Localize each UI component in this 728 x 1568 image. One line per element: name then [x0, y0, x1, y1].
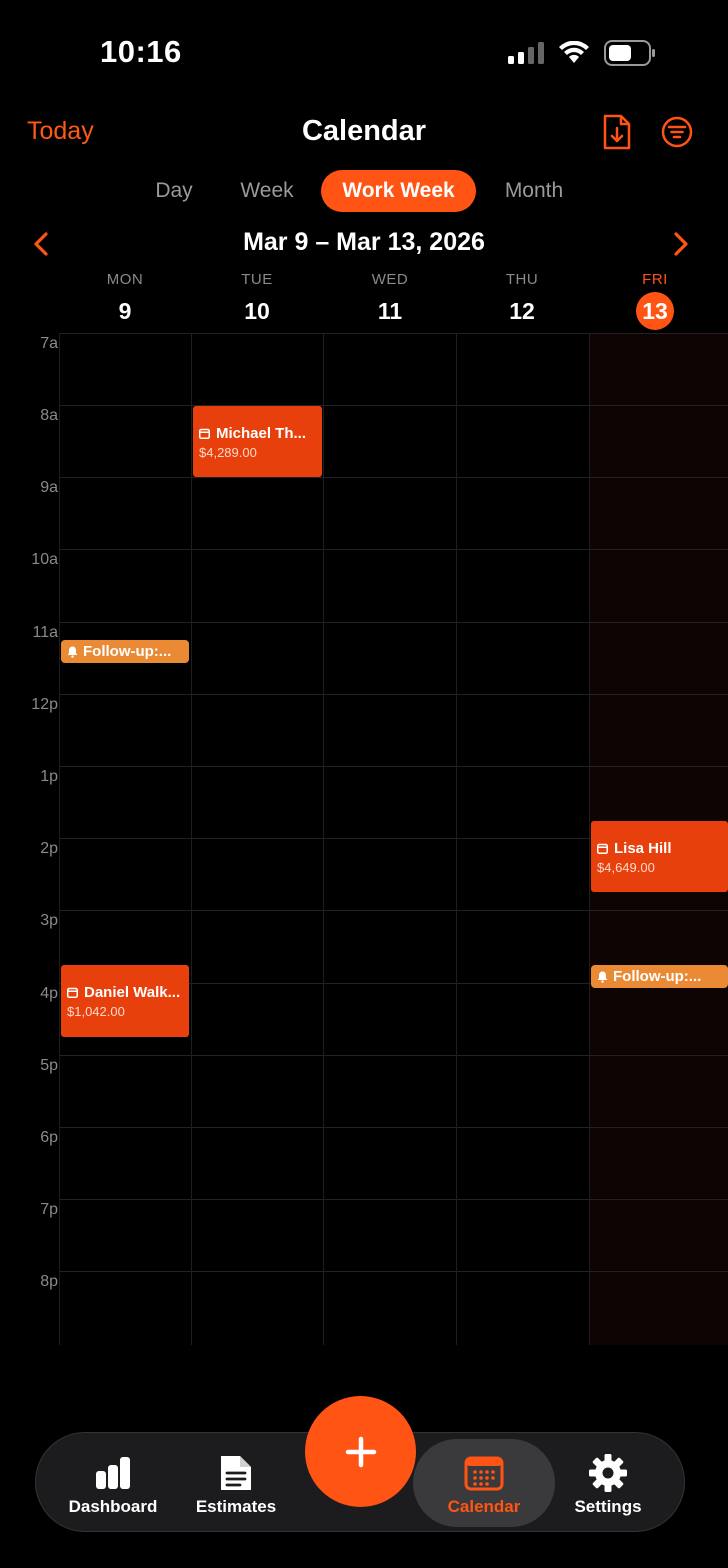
day-of-week: MON	[106, 271, 144, 288]
hour-label: 2p	[40, 840, 58, 857]
wifi-icon	[559, 41, 589, 63]
calendar-icon	[464, 1456, 504, 1491]
day-number: 11	[377, 298, 403, 324]
column-line	[323, 333, 324, 1345]
tab-label: Dashboard	[68, 1497, 158, 1516]
estimate-event[interactable]: Michael Th... $4,289.00	[193, 406, 322, 477]
grid-line	[60, 1271, 728, 1272]
cellular-signal-icon	[508, 42, 544, 64]
bar-chart-icon	[96, 1457, 130, 1489]
day-header-mon[interactable]: MON 9	[59, 271, 191, 330]
hour-label: 10a	[31, 551, 58, 568]
hour-label: 7a	[40, 335, 58, 352]
tab-label: Estimates	[195, 1497, 277, 1516]
hour-label: 5p	[40, 1057, 58, 1074]
grid-line	[60, 1055, 728, 1056]
grid-line	[60, 549, 728, 550]
hour-label: 7p	[40, 1201, 58, 1218]
tab-work-week[interactable]: Work Week	[321, 170, 476, 212]
day-number: 10	[244, 298, 270, 324]
event-amount: $4,649.00	[597, 860, 655, 875]
day-of-week: WED	[371, 271, 409, 288]
grid-line	[60, 694, 728, 695]
tab-settings[interactable]: Settings	[566, 1433, 650, 1533]
day-of-week: FRI	[642, 271, 668, 288]
grid-line	[60, 766, 728, 767]
day-header-tue[interactable]: TUE 10	[191, 271, 323, 330]
reminder-title: Follow-up:...	[613, 968, 702, 985]
hour-label: 11a	[32, 624, 58, 641]
tab-label: Settings	[574, 1497, 642, 1516]
day-number: 9	[118, 298, 132, 324]
grid-line	[60, 1199, 728, 1200]
follow-up-reminder[interactable]: Follow-up:...	[591, 965, 728, 988]
day-of-week: THU	[505, 271, 539, 288]
calendar-icon	[597, 843, 608, 854]
tab-estimates[interactable]: Estimates	[186, 1433, 286, 1533]
estimate-event[interactable]: Lisa Hill $4,649.00	[591, 821, 728, 892]
battery-icon	[604, 40, 655, 66]
grid-line	[60, 405, 728, 406]
bell-icon	[597, 971, 608, 983]
gear-icon	[589, 1454, 627, 1492]
grid-line	[60, 910, 728, 911]
column-line	[59, 333, 60, 1345]
day-of-week: TUE	[241, 271, 273, 288]
grid-line	[60, 1127, 728, 1128]
grid-line	[60, 622, 728, 623]
day-header-wed[interactable]: WED 11	[324, 271, 456, 330]
add-button[interactable]	[305, 1396, 416, 1507]
hour-label: 8p	[40, 1273, 58, 1290]
estimate-event[interactable]: Daniel Walk... $1,042.00	[61, 965, 189, 1037]
follow-up-reminder[interactable]: Follow-up:...	[61, 640, 189, 663]
day-header-fri[interactable]: FRI 13	[589, 271, 721, 330]
calendar-icon	[67, 987, 78, 998]
column-line	[191, 333, 192, 1345]
plus-icon	[345, 1436, 376, 1467]
event-amount: $1,042.00	[67, 1004, 125, 1019]
event-title: Daniel Walk...	[84, 984, 181, 1001]
bell-icon	[67, 646, 78, 658]
tab-calendar[interactable]: Calendar	[413, 1439, 555, 1527]
event-amount: $4,289.00	[199, 445, 257, 460]
filter-icon[interactable]	[661, 116, 695, 154]
reminder-title: Follow-up:...	[83, 643, 172, 660]
hour-label: 9a	[40, 479, 58, 496]
hour-label: 8a	[40, 407, 58, 424]
today-day-number: 13	[636, 292, 674, 330]
status-icons	[508, 38, 656, 68]
hour-label: 12p	[31, 696, 58, 713]
grid-line	[60, 333, 728, 334]
hour-label: 1p	[40, 768, 58, 785]
hour-label: 6p	[40, 1129, 58, 1146]
status-time: 10:16	[100, 34, 182, 69]
time-grid: 7a 8a 9a 10a 11a 12p 1p 2p 3p 4p 5p 6p 7…	[0, 333, 728, 1345]
tab-dashboard[interactable]: Dashboard	[60, 1433, 166, 1533]
day-header-thu[interactable]: THU 12	[456, 271, 588, 330]
column-line	[456, 333, 457, 1345]
hour-label: 3p	[40, 912, 58, 929]
day-number: 12	[509, 298, 535, 324]
week-range-label: Mar 9 – Mar 13, 2026	[243, 228, 485, 256]
next-week-chevron-icon[interactable]	[666, 230, 694, 258]
calendar-icon	[199, 428, 210, 439]
tab-week[interactable]: Week	[228, 170, 306, 212]
grid-line	[60, 477, 728, 478]
hour-label: 4p	[40, 985, 58, 1002]
document-icon	[221, 1456, 251, 1490]
column-line	[589, 333, 590, 1345]
document-download-icon[interactable]	[602, 114, 636, 152]
tab-month[interactable]: Month	[494, 170, 574, 212]
event-title: Lisa Hill	[614, 840, 672, 857]
event-title: Michael Th...	[216, 425, 307, 442]
tab-day[interactable]: Day	[140, 170, 208, 212]
tab-label: Calendar	[447, 1497, 521, 1516]
